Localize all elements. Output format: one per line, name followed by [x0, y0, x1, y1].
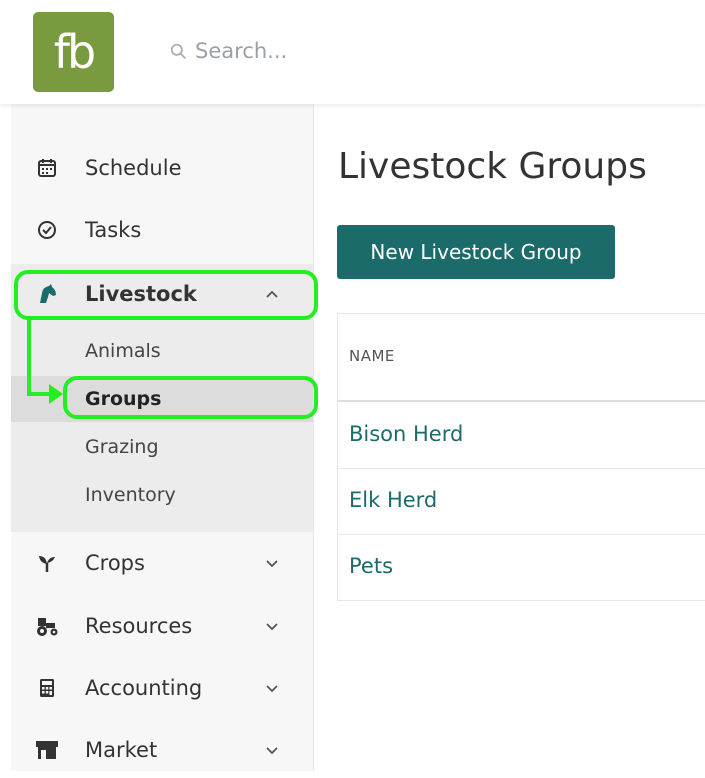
calendar-icon — [35, 156, 59, 180]
sidebar: Schedule Tasks Livestock Animals Groups … — [11, 104, 314, 771]
sidebar-item-crops[interactable]: Crops — [11, 535, 313, 591]
sidebar-item-tasks[interactable]: Tasks — [11, 202, 313, 258]
annotation-arrow-line — [27, 319, 31, 394]
table-row: Bison Herd — [338, 402, 705, 469]
column-header-name[interactable]: NAME — [349, 347, 395, 365]
sidebar-item-label: Resources — [85, 614, 193, 638]
annotation-arrow-icon — [49, 384, 63, 404]
sidebar-item-market[interactable]: Market — [11, 722, 313, 778]
groups-table: NAME Bison Herd Elk Herd Pets — [337, 313, 705, 601]
groups-highlight-box — [63, 376, 318, 419]
search-box[interactable]: Search... — [170, 36, 287, 66]
sidebar-item-schedule[interactable]: Schedule — [11, 140, 313, 196]
new-livestock-group-button[interactable]: New Livestock Group — [337, 225, 615, 279]
tractor-icon — [35, 614, 59, 638]
group-link[interactable]: Elk Herd — [349, 488, 437, 512]
table-row: Pets — [338, 534, 705, 600]
calculator-icon — [35, 676, 59, 700]
farmbrite-logo[interactable]: fb — [33, 12, 114, 92]
sidebar-item-label: Tasks — [85, 218, 142, 242]
top-bar: fb Search... — [0, 0, 705, 104]
store-icon — [35, 738, 59, 762]
chevron-down-icon — [266, 560, 278, 568]
submenu-item-inventory[interactable]: Inventory — [85, 484, 176, 506]
submenu-item-animals[interactable]: Animals — [85, 340, 161, 362]
sidebar-item-label: Crops — [85, 551, 145, 575]
group-link[interactable]: Bison Herd — [349, 422, 463, 446]
chevron-down-icon — [266, 747, 278, 755]
page-title: Livestock Groups — [338, 146, 647, 187]
sprout-icon — [35, 551, 59, 575]
sidebar-item-accounting[interactable]: Accounting — [11, 660, 313, 716]
annotation-arrow-line — [27, 392, 51, 396]
table-row: Elk Herd — [338, 468, 705, 535]
sidebar-item-label: Accounting — [85, 676, 203, 700]
livestock-highlight-box — [14, 270, 318, 320]
sidebar-item-label: Market — [85, 738, 158, 762]
search-placeholder: Search... — [195, 39, 288, 63]
sidebar-item-label: Schedule — [85, 156, 182, 180]
sidebar-item-resources[interactable]: Resources — [11, 598, 313, 654]
chevron-down-icon — [266, 685, 278, 693]
group-link[interactable]: Pets — [349, 554, 393, 578]
submenu-item-grazing[interactable]: Grazing — [85, 436, 159, 458]
chevron-down-icon — [266, 623, 278, 631]
search-icon — [170, 43, 186, 59]
check-circle-icon — [35, 218, 59, 242]
